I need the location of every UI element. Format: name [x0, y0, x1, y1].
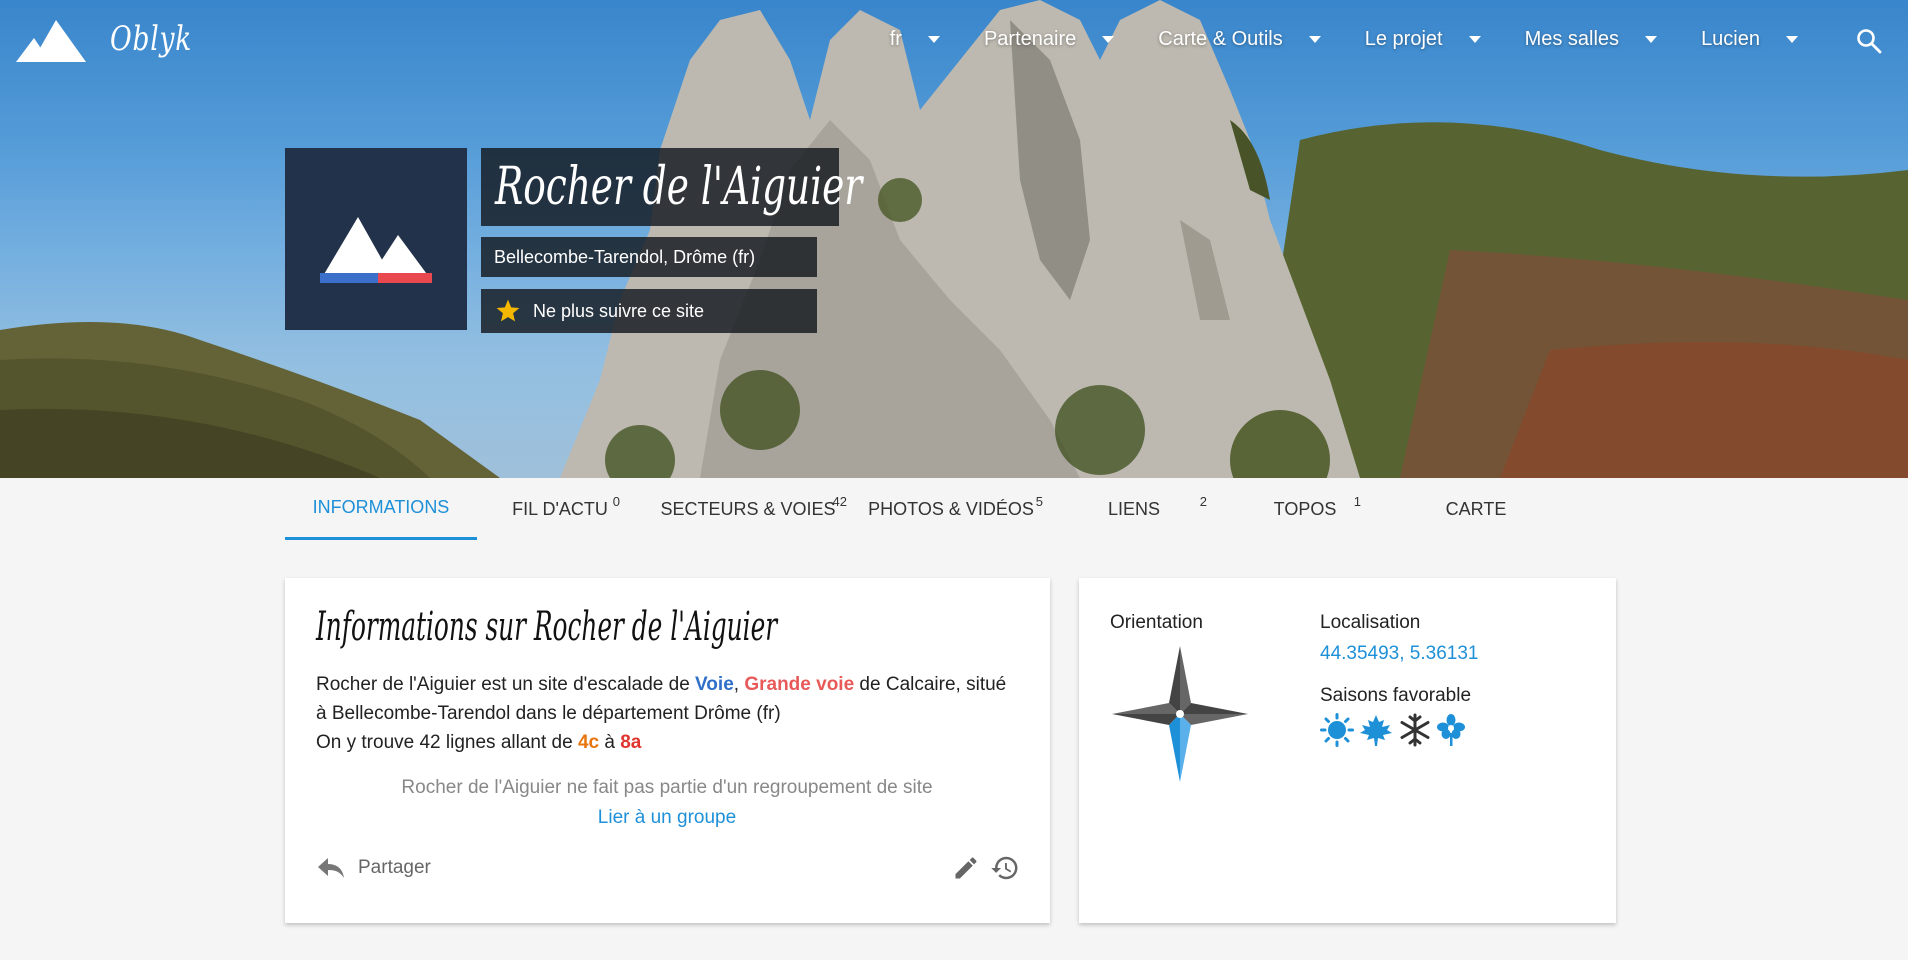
- brand-name: Oblyk: [110, 19, 193, 59]
- season-icons: [1320, 713, 1479, 747]
- star-icon: [496, 299, 520, 322]
- tab-carte[interactable]: CARTE: [1391, 478, 1561, 540]
- nav-item-le-projet[interactable]: Le projet: [1365, 28, 1481, 51]
- snowflake-icon: [1400, 713, 1430, 747]
- nav-item-partenaire[interactable]: Partenaire: [983, 28, 1115, 51]
- seasons-section: Saisons favorable: [1320, 685, 1479, 747]
- desc-prefix: Rocher de l'Aiguier est un site d'escala…: [316, 674, 696, 695]
- site-location: Bellecombe-Tarendol, Drôme (fr): [481, 237, 817, 277]
- grade-max: 8a: [620, 732, 642, 753]
- share-button[interactable]: Partager: [316, 856, 431, 880]
- caret-down-icon: [1102, 36, 1115, 43]
- tab-label: FIL D'ACTU: [512, 498, 608, 519]
- meta-card: Orientation Localisation 44.35493, 5.361…: [1079, 578, 1616, 923]
- site-title: Rocher de l'Aiguier: [495, 157, 863, 217]
- site-mountain-icon: [320, 217, 432, 283]
- site-title-box: Rocher de l'Aiguier: [481, 148, 863, 226]
- seasons-label: Saisons favorable: [1320, 685, 1472, 706]
- site-description: Rocher de l'Aiguier est un site d'escala…: [316, 670, 1018, 757]
- localisation-label: Localisation: [1320, 612, 1421, 633]
- tab-secteurs-voies[interactable]: SECTEURS & VOIES 42: [643, 478, 853, 540]
- grade-min: 4c: [577, 732, 600, 753]
- nav-item-label: Carte & Outils: [1158, 28, 1283, 50]
- compass-rose-icon: [1112, 646, 1248, 782]
- group-note: Rocher de l'Aiguier ne fait pas partie d…: [401, 777, 933, 798]
- share-label: Partager: [358, 857, 431, 878]
- nav-item-label: Lucien: [1701, 28, 1760, 50]
- link-group-button[interactable]: Lier à un groupe: [316, 807, 1018, 829]
- info-card: Informations sur Rocher de l'Aiguier Roc…: [285, 578, 1050, 923]
- flower-icon: [1437, 714, 1465, 746]
- site-tabs: INFORMATIONS FIL D'ACTU 0 SECTEURS & VOI…: [285, 478, 1561, 540]
- nav-item-language[interactable]: fr: [890, 28, 940, 51]
- tab-label: LIENS: [1107, 498, 1161, 519]
- unfollow-button[interactable]: Ne plus suivre ce site: [481, 289, 817, 333]
- desc-comma: ,: [733, 674, 745, 695]
- unfollow-label: Ne plus suivre ce site: [533, 300, 705, 321]
- orientation-label: Orientation: [1110, 612, 1203, 633]
- localisation-section: Localisation 44.35493, 5.36131 Saisons f…: [1320, 612, 1479, 747]
- info-title: Informations sur Rocher de l'Aiguier: [316, 604, 778, 650]
- climbing-type-voie: Voie: [695, 674, 734, 695]
- tab-photos-videos[interactable]: PHOTOS & VIDÉOS 5: [853, 478, 1049, 540]
- nav-item-label: Mes salles: [1524, 28, 1620, 50]
- tab-count: 0: [612, 494, 620, 509]
- site-avatar: [285, 148, 467, 330]
- tab-label: TOPOS: [1273, 498, 1337, 519]
- hero-banner: Oblyk fr Partenaire Carte & Outils Le pr…: [0, 0, 1908, 478]
- caret-down-icon: [1786, 36, 1798, 43]
- tab-informations[interactable]: INFORMATIONS: [285, 478, 477, 540]
- tab-count: 5: [1035, 494, 1043, 509]
- sun-icon: [1320, 713, 1354, 747]
- tab-label: INFORMATIONS: [312, 497, 450, 517]
- search-icon: [1857, 29, 1882, 54]
- edit-pencil-icon[interactable]: [952, 854, 980, 882]
- lines-a: à: [599, 732, 621, 753]
- tab-label: PHOTOS & VIDÉOS: [868, 498, 1034, 519]
- caret-down-icon: [927, 36, 940, 43]
- nav-item-user[interactable]: Lucien: [1701, 28, 1798, 51]
- brand-logo[interactable]: Oblyk: [16, 16, 215, 62]
- reply-arrow-icon: [318, 858, 344, 878]
- search-button[interactable]: [1856, 28, 1882, 59]
- tab-count: 1: [1353, 494, 1361, 509]
- history-icon[interactable]: [990, 853, 1020, 883]
- nav-item-label: fr: [889, 28, 902, 50]
- climbing-type-grande-voie: Grande voie: [744, 674, 855, 695]
- edit-actions: [952, 853, 1020, 883]
- tab-count: 2: [1199, 494, 1207, 509]
- mountains-logo-icon: [16, 20, 86, 62]
- top-navigation: Oblyk fr Partenaire Carte & Outils Le pr…: [0, 0, 1908, 84]
- nav-item-label: Le projet: [1364, 28, 1443, 50]
- lines-prefix: On y trouve 42 lignes allant de: [316, 732, 578, 753]
- tab-label: SECTEURS & VOIES: [660, 498, 836, 519]
- card-actions: Partager: [316, 853, 1020, 883]
- nav-item-mes-salles[interactable]: Mes salles: [1524, 28, 1658, 51]
- tab-count: 42: [832, 494, 847, 509]
- caret-down-icon: [1308, 36, 1321, 43]
- tab-liens[interactable]: LIENS 2: [1049, 478, 1219, 540]
- caret-down-icon: [1468, 36, 1481, 43]
- caret-down-icon: [1645, 36, 1658, 43]
- orientation-section: Orientation: [1110, 612, 1250, 789]
- tab-label: CARTE: [1445, 498, 1507, 519]
- tab-fil-actu[interactable]: FIL D'ACTU 0: [477, 478, 643, 540]
- coordinates-link[interactable]: 44.35493, 5.36131: [1320, 643, 1479, 665]
- nav-item-carte-outils[interactable]: Carte & Outils: [1158, 28, 1321, 51]
- tab-topos[interactable]: TOPOS 1: [1219, 478, 1391, 540]
- nav-item-label: Partenaire: [983, 28, 1077, 50]
- nav-menu: fr Partenaire Carte & Outils Le projet M…: [846, 28, 1798, 51]
- maple-leaf-icon: [1360, 715, 1392, 746]
